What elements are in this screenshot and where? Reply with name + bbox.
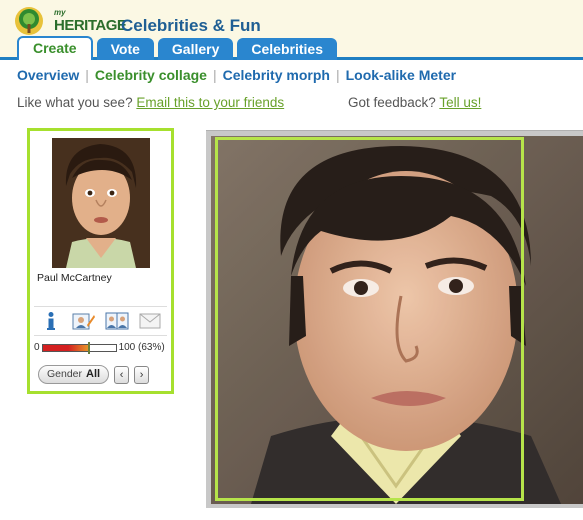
app-title: Celebrities & Fun — [121, 16, 261, 35]
edit-photo-icon — [72, 313, 95, 330]
meter-min-label: 0 — [34, 342, 40, 353]
feedback-prompt-text: Got feedback? — [348, 95, 436, 110]
celebrity-thumbnail[interactable] — [52, 138, 150, 268]
subnav-overview[interactable]: Overview — [17, 67, 79, 83]
previous-celebrity-button[interactable]: ‹ — [114, 365, 130, 384]
meter-fill — [42, 344, 89, 351]
subnav-celebrity-morph[interactable]: Celebrity morph — [223, 67, 330, 83]
logo-heritage-text: HERITAGE — [54, 17, 127, 34]
next-celebrity-button[interactable]: › — [134, 365, 150, 384]
look-alike-meter: 0 100 (63%) — [34, 341, 165, 354]
subnav-separator: | — [85, 67, 89, 83]
feedback-prompt: Got feedback? Tell us! — [348, 95, 481, 110]
tab-gallery[interactable]: Gallery — [157, 38, 234, 60]
main-portrait-image — [211, 136, 583, 504]
gender-filter-button[interactable]: Gender All — [38, 365, 110, 384]
info-icon — [46, 312, 55, 330]
gender-label: Gender — [47, 368, 83, 380]
tab-create[interactable]: Create — [17, 36, 93, 60]
email-button[interactable] — [138, 310, 162, 332]
sub-navigation: Overview | Celebrity collage | Celebrity mor… — [17, 67, 456, 83]
celebrity-portrait-image — [52, 138, 150, 268]
subnav-look-alike-meter[interactable]: Look-alike Meter — [346, 67, 456, 83]
compare-photos-icon — [105, 312, 129, 330]
feedback-link[interactable]: Tell us! — [439, 95, 481, 110]
meter-bar — [41, 341, 117, 354]
subnav-separator: | — [335, 67, 340, 83]
share-prompt: Like what you see? Email this to your fr… — [17, 95, 284, 110]
celebrity-name: Paul McCartney — [37, 272, 112, 284]
compare-photos-button[interactable] — [105, 310, 129, 332]
main-tabs: Create Vote Gallery Celebrities — [17, 36, 337, 60]
logo-my-text: my — [54, 8, 66, 17]
subnav-separator: | — [212, 67, 217, 83]
info-button[interactable] — [39, 310, 63, 332]
main-photo[interactable] — [211, 136, 583, 504]
meter-marker — [87, 341, 90, 354]
photo-frame — [206, 130, 583, 508]
share-prompt-text: Like what you see? — [17, 95, 133, 110]
edit-photo-button[interactable] — [72, 310, 96, 332]
celebrity-panel: Paul McCartney 0 100 (63%) Gender All ‹ … — [27, 128, 174, 394]
meter-max-label: 100 (63%) — [118, 342, 165, 353]
email-friends-link[interactable]: Email this to your friends — [136, 95, 284, 110]
myheritage-logo[interactable]: my HERITAGE — [14, 6, 127, 36]
email-icon — [139, 313, 161, 329]
gender-filter-row: Gender All ‹ › — [38, 365, 150, 384]
tree-logo-icon — [15, 7, 43, 35]
tab-vote[interactable]: Vote — [96, 38, 154, 60]
tab-celebrities[interactable]: Celebrities — [237, 38, 337, 60]
gender-value: All — [86, 368, 101, 380]
celebrity-actions — [34, 306, 167, 336]
header: my HERITAGE Celebrities & Fun Create Vot… — [0, 0, 583, 60]
subnav-celebrity-collage[interactable]: Celebrity collage — [95, 67, 207, 83]
